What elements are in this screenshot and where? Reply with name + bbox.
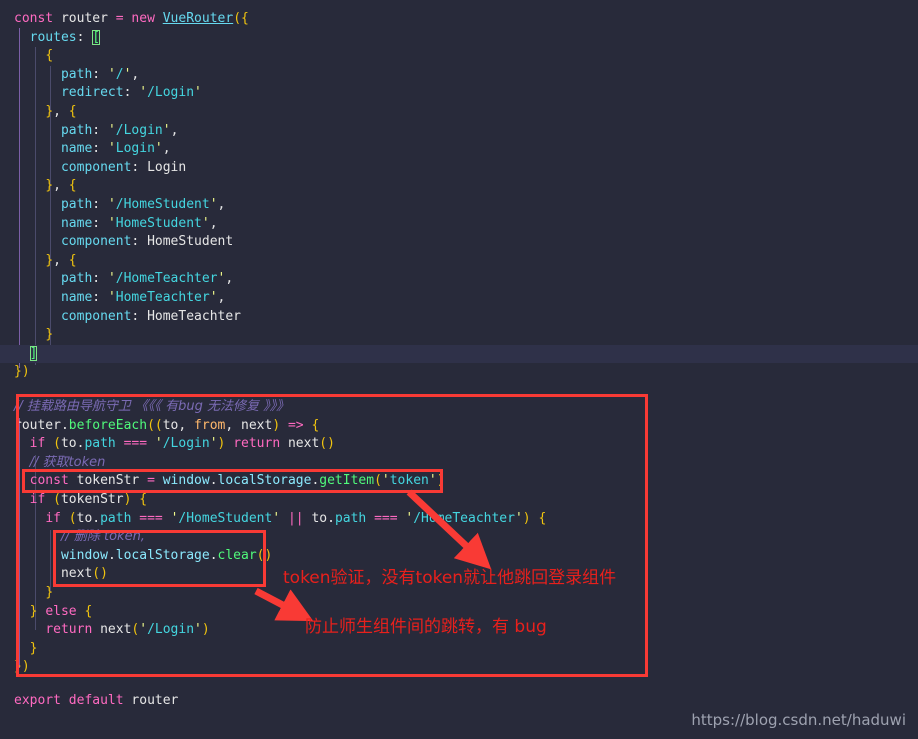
code-line[interactable]: path: '/', xyxy=(0,66,918,85)
code-line[interactable]: path: '/HomeStudent', xyxy=(0,196,918,215)
code-line[interactable]: component: Login xyxy=(0,159,918,178)
code-line[interactable]: name: 'HomeStudent', xyxy=(0,215,918,234)
code-line[interactable]: name: 'HomeTeachter', xyxy=(0,289,918,308)
code-line[interactable]: // 获取token xyxy=(0,454,546,473)
code-line[interactable]: component: HomeStudent xyxy=(0,233,918,252)
watermark-url: https://blog.csdn.net/haduwi xyxy=(691,711,906,729)
code-line[interactable]: if (to.path === '/HomeStudent' || to.pat… xyxy=(0,510,546,529)
code-screenshot: const router = new VueRouter({ routes: [… xyxy=(0,0,918,739)
code-line[interactable]: }) xyxy=(0,658,546,677)
code-line[interactable]: }, { xyxy=(0,103,918,122)
router-definition-code[interactable]: const router = new VueRouter({ routes: [… xyxy=(0,10,918,382)
code-line[interactable]: path: '/HomeTeachter', xyxy=(0,270,918,289)
code-line[interactable]: // 删除 token, xyxy=(0,528,546,547)
code-line[interactable]: }) xyxy=(0,363,918,382)
code-line[interactable]: } xyxy=(0,326,918,345)
code-line[interactable]: router.beforeEach((to, from, next) => { xyxy=(0,417,546,436)
code-line[interactable]: if (tokenStr) { xyxy=(0,491,546,510)
code-line[interactable]: if (to.path === '/Login') return next() xyxy=(0,435,546,454)
code-line[interactable]: component: HomeTeachter xyxy=(0,308,918,327)
code-line[interactable]: ] xyxy=(0,344,918,364)
code-line[interactable]: path: '/Login', xyxy=(0,122,918,141)
code-line[interactable]: // 挂载路由导航守卫 《《《 有bug 无法修复 》》》 xyxy=(0,398,546,417)
code-line[interactable]: }, { xyxy=(0,252,918,271)
annotation-note-token-validation: token验证，没有token就让他跳回登录组件 xyxy=(283,568,617,588)
annotation-note-prevent-jump: 防止师生组件间的跳转，有 bug xyxy=(305,617,547,637)
code-line[interactable]: { xyxy=(0,47,918,66)
code-line[interactable]: export default router xyxy=(0,692,178,711)
code-line[interactable]: routes: [ xyxy=(0,29,918,48)
code-line[interactable]: const tokenStr = window.localStorage.get… xyxy=(0,472,546,491)
code-line[interactable]: } xyxy=(0,640,546,659)
code-line[interactable]: }, { xyxy=(0,177,918,196)
export-statement-code[interactable]: export default router xyxy=(0,692,178,711)
code-line[interactable]: name: 'Login', xyxy=(0,140,918,159)
code-line[interactable]: redirect: '/Login' xyxy=(0,84,918,103)
code-line[interactable]: const router = new VueRouter({ xyxy=(0,10,918,29)
